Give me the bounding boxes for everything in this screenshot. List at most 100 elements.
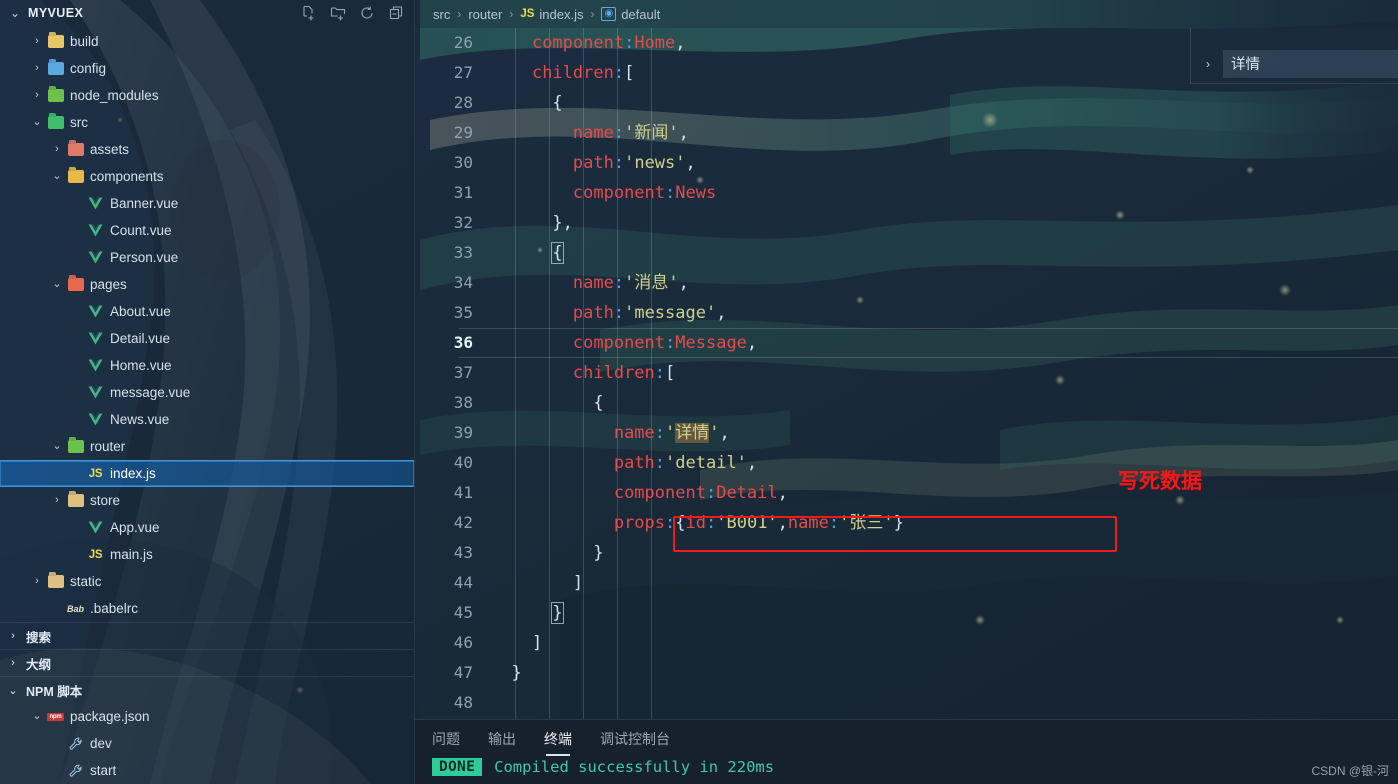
vue-icon bbox=[86, 521, 105, 534]
code-editor[interactable]: 26 component:Home, 27 children:[28 {29 na… bbox=[415, 28, 1398, 719]
tree-item-detail-vue[interactable]: Detail.vue bbox=[0, 325, 414, 352]
tree-item-count-vue[interactable]: Count.vue bbox=[0, 217, 414, 244]
panel-tab-0[interactable]: 问题 bbox=[432, 729, 460, 756]
refresh-icon[interactable] bbox=[359, 5, 375, 21]
collapse-all-icon[interactable] bbox=[388, 5, 404, 21]
panel-tab-1[interactable]: 输出 bbox=[488, 729, 516, 756]
panel-tab-2[interactable]: 终端 bbox=[544, 729, 572, 756]
code-line-38[interactable]: 38 { bbox=[415, 388, 1398, 418]
twisty-icon[interactable]: › bbox=[48, 144, 66, 155]
code-line-content: component:News bbox=[572, 183, 717, 203]
twisty-icon[interactable]: ⌄ bbox=[4, 684, 22, 697]
line-number: 27 bbox=[453, 63, 473, 82]
code-line-28[interactable]: 28 { bbox=[415, 88, 1398, 118]
tree-item--babelrc[interactable]: Bab .babelrc bbox=[0, 595, 414, 622]
tree-item-components[interactable]: ⌄ components bbox=[0, 163, 414, 190]
npm-item-start[interactable]: start bbox=[0, 757, 414, 784]
sidebar-section-0[interactable]: › 搜索 bbox=[0, 622, 414, 649]
code-line-31[interactable]: 31 component:News bbox=[415, 178, 1398, 208]
tree-item-about-vue[interactable]: About.vue bbox=[0, 298, 414, 325]
new-file-icon[interactable] bbox=[301, 5, 317, 21]
code-line-41[interactable]: 41 component:Detail, bbox=[415, 478, 1398, 508]
tree-item-news-vue[interactable]: News.vue bbox=[0, 406, 414, 433]
code-line-30[interactable]: 30 path:'news', bbox=[415, 148, 1398, 178]
twisty-icon[interactable]: ⌄ bbox=[48, 279, 66, 290]
tree-item-label: assets bbox=[90, 142, 130, 157]
breadcrumb-item-src[interactable]: src bbox=[433, 7, 450, 22]
npm-item-package-json[interactable]: ⌄ npm package.json bbox=[0, 703, 414, 730]
twisty-icon[interactable]: › bbox=[28, 90, 46, 101]
twisty-icon[interactable]: › bbox=[28, 63, 46, 74]
twisty-icon[interactable]: › bbox=[28, 36, 46, 47]
tree-item-node-modules[interactable]: › node_modules bbox=[0, 82, 414, 109]
twisty-icon[interactable]: ⌄ bbox=[48, 441, 66, 452]
code-line-33[interactable]: 33 { bbox=[415, 238, 1398, 268]
tree-item-home-vue[interactable]: Home.vue bbox=[0, 352, 414, 379]
folder-icon bbox=[46, 116, 65, 129]
code-line-content: name:'消息', bbox=[572, 273, 689, 293]
breadcrumb-item-default[interactable]: default bbox=[621, 7, 660, 22]
tree-item-src[interactable]: ⌄ src bbox=[0, 109, 414, 136]
code-line-content: { bbox=[552, 93, 563, 113]
line-number: 33 bbox=[453, 243, 473, 262]
tree-item-main-js[interactable]: JS main.js bbox=[0, 541, 414, 568]
vue-icon bbox=[88, 305, 103, 318]
code-line-36[interactable]: 36 component:Message, bbox=[415, 328, 1398, 358]
breadcrumb-item-router[interactable]: router bbox=[468, 7, 502, 22]
code-line-32[interactable]: 32 }, bbox=[415, 208, 1398, 238]
tree-item-message-vue[interactable]: message.vue bbox=[0, 379, 414, 406]
tree-item-person-vue[interactable]: Person.vue bbox=[0, 244, 414, 271]
twisty-icon[interactable]: ⌄ bbox=[48, 171, 66, 182]
code-line-42[interactable]: 42 props:{id:'B001',name:'张三'} bbox=[415, 508, 1398, 538]
tree-item-label: Count.vue bbox=[110, 223, 172, 238]
twisty-icon[interactable]: ⌄ bbox=[28, 711, 46, 722]
vue-icon bbox=[88, 332, 103, 345]
workspace-title: MYVUEX bbox=[28, 6, 84, 20]
twisty-icon[interactable]: › bbox=[4, 657, 22, 669]
line-number: 36 bbox=[453, 333, 473, 352]
preview-item-detail[interactable]: 详情 bbox=[1223, 49, 1398, 78]
twisty-icon[interactable]: › bbox=[48, 495, 66, 506]
code-line-35[interactable]: 35 path:'message', bbox=[415, 298, 1398, 328]
twisty-icon[interactable]: ⌄ bbox=[28, 117, 46, 128]
panel-tab-3[interactable]: 调试控制台 bbox=[600, 729, 670, 756]
code-line-46[interactable]: 46 ] bbox=[415, 628, 1398, 658]
tree-item-index-js[interactable]: JS index.js bbox=[0, 460, 414, 487]
tree-item-build[interactable]: › build bbox=[0, 28, 414, 55]
code-line-39[interactable]: 39 name:'详情', bbox=[415, 418, 1398, 448]
tree-item-router[interactable]: ⌄ router bbox=[0, 433, 414, 460]
breadcrumb-item-indexjs[interactable]: index.js bbox=[539, 7, 583, 22]
tree-item-banner-vue[interactable]: Banner.vue bbox=[0, 190, 414, 217]
tree-item-store[interactable]: › store bbox=[0, 487, 414, 514]
code-line-34[interactable]: 34 name:'消息', bbox=[415, 268, 1398, 298]
code-line-37[interactable]: 37 children:[ bbox=[415, 358, 1398, 388]
code-line-45[interactable]: 45 } bbox=[415, 598, 1398, 628]
code-line-content: { bbox=[593, 393, 604, 413]
new-folder-icon[interactable] bbox=[330, 5, 346, 21]
twisty-icon[interactable]: › bbox=[28, 576, 46, 587]
npm-item-dev[interactable]: dev bbox=[0, 730, 414, 757]
code-line-48[interactable]: 48 bbox=[415, 688, 1398, 718]
tree-item-assets[interactable]: › assets bbox=[0, 136, 414, 163]
code-line-40[interactable]: 40 path:'detail', bbox=[415, 448, 1398, 478]
tree-item-label: App.vue bbox=[110, 520, 160, 535]
tree-item-pages[interactable]: ⌄ pages bbox=[0, 271, 414, 298]
code-line-44[interactable]: 44 ] bbox=[415, 568, 1398, 598]
sidebar-section-1[interactable]: › 大纲 bbox=[0, 649, 414, 676]
chevron-right-icon[interactable]: › bbox=[1201, 57, 1215, 71]
line-number: 40 bbox=[453, 453, 473, 472]
tree-item-config[interactable]: › config bbox=[0, 55, 414, 82]
symbol-icon: ◉ bbox=[601, 7, 617, 21]
twisty-icon[interactable]: › bbox=[4, 630, 22, 642]
tree-item-label: static bbox=[70, 574, 102, 589]
line-number: 38 bbox=[453, 393, 473, 412]
tree-item-app-vue[interactable]: App.vue bbox=[0, 514, 414, 541]
explorer-twisty-icon[interactable]: ⌄ bbox=[8, 6, 22, 20]
code-line-43[interactable]: 43 } bbox=[415, 538, 1398, 568]
tree-item-static[interactable]: › static bbox=[0, 568, 414, 595]
code-line-29[interactable]: 29 name:'新闻', bbox=[415, 118, 1398, 148]
code-line-content: component:Home, bbox=[531, 33, 686, 53]
sidebar-section-2[interactable]: ⌄ NPM 脚本 bbox=[0, 676, 414, 703]
vue-icon bbox=[86, 251, 105, 264]
code-line-47[interactable]: 47 } bbox=[415, 658, 1398, 688]
